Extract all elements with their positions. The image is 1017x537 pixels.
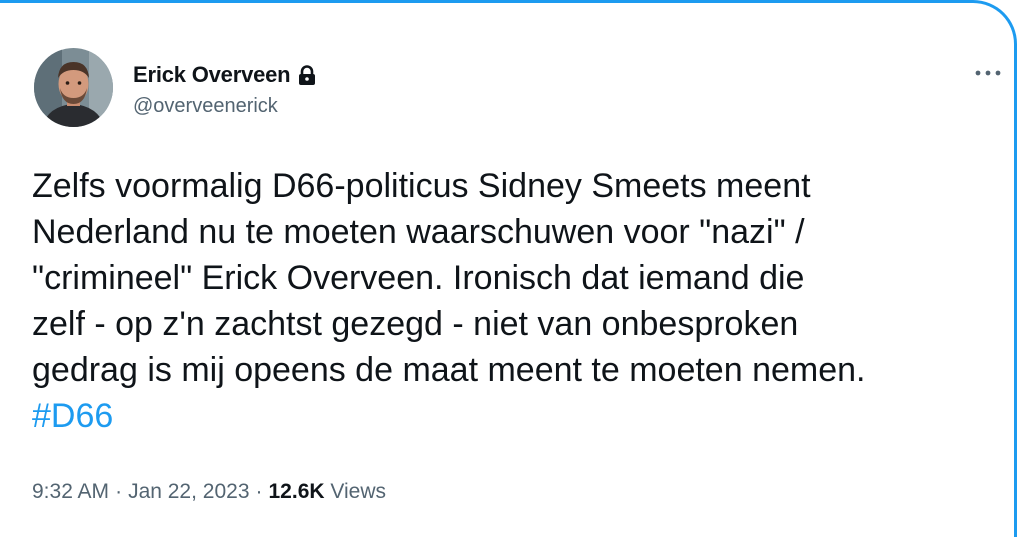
views-count[interactable]: 12.6K	[269, 480, 325, 503]
tweet-date[interactable]: Jan 22, 2023	[128, 480, 249, 503]
meta-separator: ·	[255, 480, 263, 503]
tweet-text: Zelfs voormalig D66-politicus Sidney Sme…	[32, 163, 1007, 439]
tweet-card: Erick Overveen @overveenerick Zelfs voor…	[0, 0, 1017, 537]
more-horizontal-icon	[975, 70, 1001, 76]
hashtag-link[interactable]: #D66	[32, 397, 113, 435]
views-label: Views	[330, 480, 387, 503]
tweet-time[interactable]: 9:32 AM	[32, 480, 109, 503]
tweet-text-line: zelf - op z'n zachtst gezegd - niet van …	[32, 305, 799, 343]
author-name-row: Erick Overveen	[133, 61, 316, 89]
more-options-button[interactable]	[972, 61, 1004, 85]
tweet-text-line: gedrag is mij opeens de maat meent te mo…	[32, 351, 866, 389]
meta-separator: ·	[115, 480, 123, 503]
tweet-text-line: Zelfs voormalig D66-politicus Sidney Sme…	[32, 167, 811, 205]
tweet-meta: 9:32 AM · Jan 22, 2023 · 12.6K Views	[32, 480, 386, 504]
tweet-text-line: "crimineel" Erick Overveen. Ironisch dat…	[32, 259, 805, 297]
lock-icon	[298, 64, 316, 86]
avatar[interactable]	[34, 48, 113, 127]
tweet-text-line: Nederland nu te moeten waarschuwen voor …	[32, 213, 805, 251]
author-display-name[interactable]: Erick Overveen	[133, 62, 291, 88]
author-handle[interactable]: @overveenerick	[133, 95, 278, 118]
